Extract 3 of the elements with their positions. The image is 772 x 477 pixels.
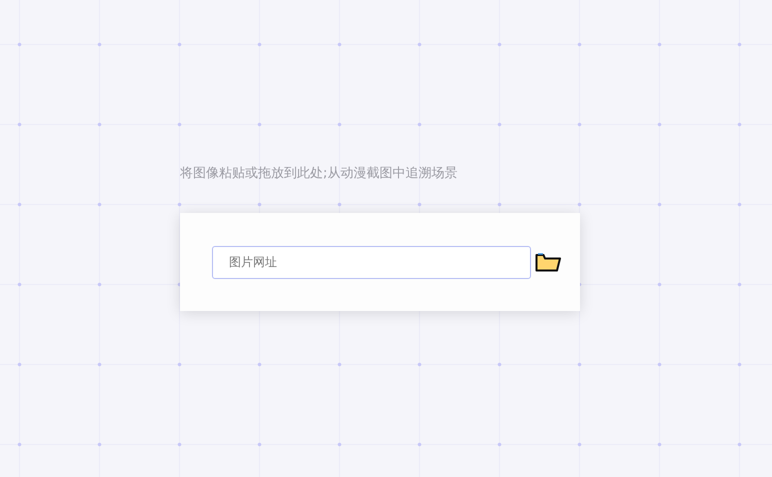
folder-icon[interactable]	[535, 252, 561, 272]
image-url-field[interactable]: 图片网址	[212, 246, 531, 278]
instruction-text: 将图像粘贴或拖放到此处;从动漫截图中追溯场景	[180, 165, 458, 183]
